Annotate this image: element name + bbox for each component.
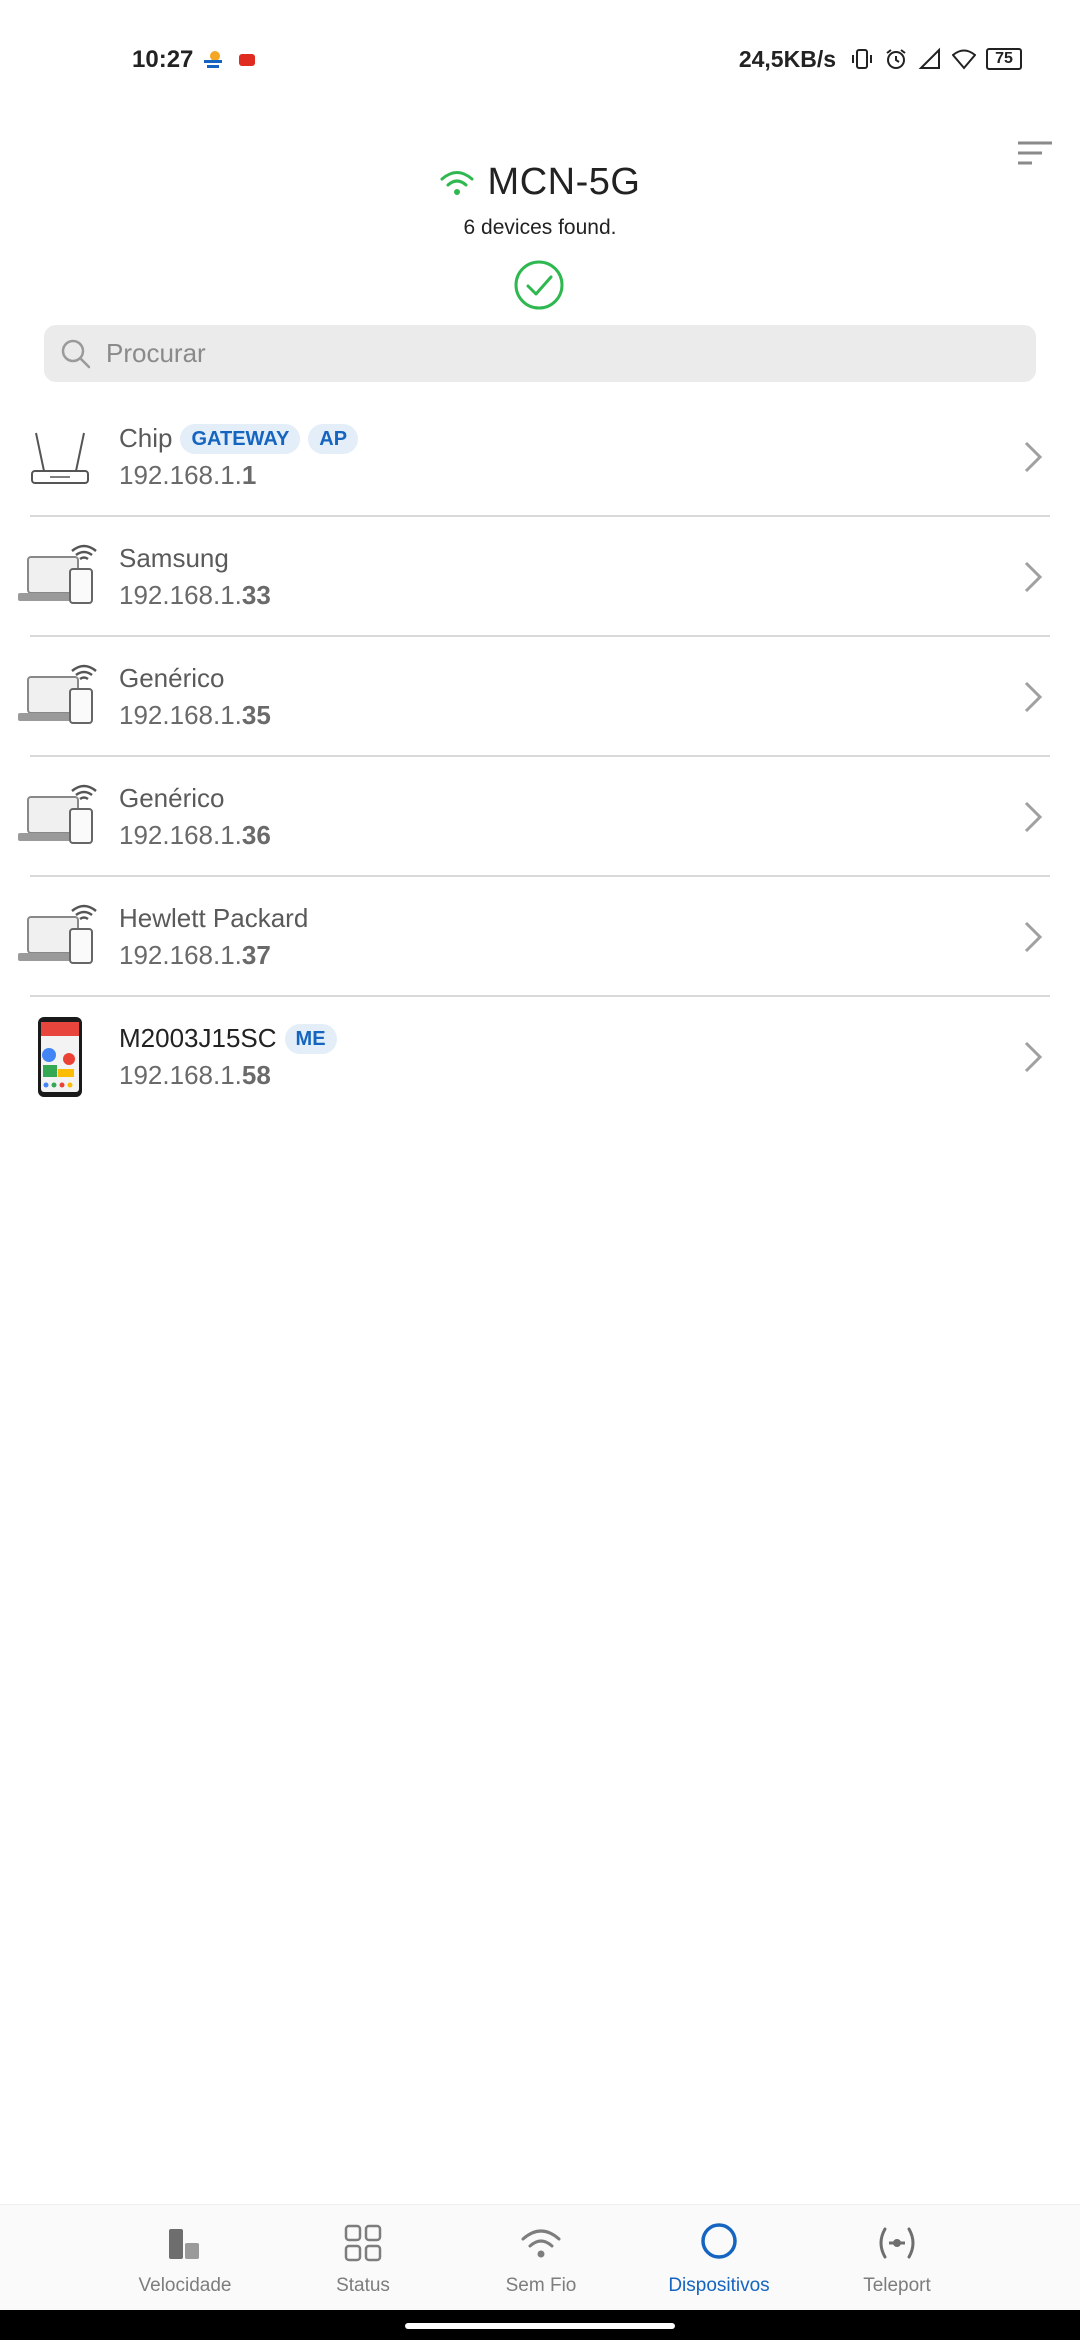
device-name-row: Hewlett Packard — [119, 903, 308, 934]
device-name-row: Genérico — [119, 663, 225, 694]
alarm-icon — [886, 49, 906, 69]
device-name: Hewlett Packard — [119, 903, 309, 933]
search-input[interactable] — [106, 338, 1006, 369]
device-name-row: Samsung — [119, 543, 229, 574]
bottom-nav: Velocidade Status Sem Fio Dispositivos T… — [0, 2204, 1080, 2310]
net-speed: 24,5KB/s — [738, 45, 836, 72]
check-circle-icon — [514, 260, 564, 310]
device-ip: 192.168.1.33 — [119, 580, 271, 610]
device-name-row: Genérico — [119, 783, 225, 814]
nav-dispositivos[interactable]: Dispositivos — [630, 2205, 808, 2311]
device-row[interactable]: Hewlett Packard 192.168.1.37 — [0, 877, 1080, 997]
weather-icon — [204, 51, 222, 68]
device-name-row: M2003J15SC ME — [119, 1023, 337, 1054]
nav-label: Dispositivos — [668, 2275, 770, 2296]
device-name: Samsung — [119, 543, 229, 573]
wifi-icon — [521, 2229, 561, 2258]
phone-icon — [38, 1017, 82, 1097]
nav-label: Teleport — [863, 2275, 931, 2296]
device-name: Chip — [119, 423, 173, 453]
search-icon — [61, 339, 91, 368]
devices-circle-icon — [701, 2223, 737, 2259]
status-time: 10:27 — [132, 46, 194, 73]
gateway-badge: GATEWAY — [180, 423, 301, 454]
device-row[interactable]: Genérico 192.168.1.36 — [0, 757, 1080, 877]
battery-icon: 75 — [986, 48, 1022, 70]
laptop-wifi-icon — [18, 904, 97, 964]
chevron-right-icon — [1024, 561, 1043, 593]
youtube-icon — [239, 54, 255, 66]
device-ip: 192.168.1.36 — [119, 820, 271, 850]
gesture-bar — [0, 2310, 1080, 2340]
nav-teleport[interactable]: Teleport — [808, 2205, 986, 2311]
device-name: M2003J15SC — [119, 1023, 277, 1053]
device-row[interactable]: Chip GATEWAY AP 192.168.1.1 — [0, 397, 1080, 517]
teleport-icon — [879, 2227, 915, 2259]
wifi-connected-icon — [440, 170, 474, 195]
chevron-right-icon — [1024, 681, 1043, 713]
nav-sem-fio[interactable]: Sem Fio — [452, 2205, 630, 2311]
network-header: MCN-5G — [0, 155, 1080, 210]
network-name: MCN-5G — [487, 161, 641, 203]
nav-label: Sem Fio — [505, 2275, 577, 2296]
device-name: Genérico — [119, 663, 225, 693]
grid-icon — [344, 2224, 382, 2262]
device-ip: 192.168.1.35 — [119, 700, 271, 730]
laptop-wifi-icon — [18, 664, 97, 724]
device-row[interactable]: M2003J15SC ME 192.168.1.58 — [0, 997, 1080, 1117]
device-name: Genérico — [119, 783, 225, 813]
device-ip: 192.168.1.58 — [119, 1060, 271, 1090]
ap-badge: AP — [308, 423, 359, 454]
chevron-right-icon — [1024, 801, 1043, 833]
nav-label: Status — [336, 2275, 390, 2296]
status-right: 24,5KB/s 75 — [739, 44, 1022, 74]
vibrate-icon — [852, 49, 872, 69]
status-bar: 10:27 24,5KB/s 75 — [0, 0, 1080, 125]
speed-bars-icon — [169, 2229, 199, 2259]
nav-status[interactable]: Status — [274, 2205, 452, 2311]
me-badge: ME — [284, 1023, 337, 1054]
nav-label: Velocidade — [138, 2275, 232, 2296]
signal-icon — [918, 47, 940, 69]
device-row[interactable]: Genérico 192.168.1.35 — [0, 637, 1080, 757]
device-list: Chip GATEWAY AP 192.168.1.1 Samsung 192.… — [0, 397, 1080, 1117]
device-ip: 192.168.1.1 — [119, 460, 257, 490]
devices-found-text: 6 devices found. — [463, 216, 617, 239]
router-icon — [31, 432, 89, 484]
chevron-right-icon — [1024, 921, 1043, 953]
laptop-wifi-icon — [18, 784, 97, 844]
chevron-right-icon — [1024, 1041, 1043, 1073]
device-row[interactable]: Samsung 192.168.1.33 — [0, 517, 1080, 637]
device-ip: 192.168.1.37 — [119, 940, 271, 970]
home-gesture-handle[interactable] — [405, 2323, 675, 2329]
search-bar[interactable] — [44, 325, 1036, 382]
device-name-row: Chip GATEWAY AP — [119, 423, 359, 454]
chevron-right-icon — [1024, 441, 1043, 473]
nav-velocidade[interactable]: Velocidade — [96, 2205, 274, 2311]
laptop-wifi-icon — [18, 544, 97, 604]
wifi-icon — [952, 49, 976, 70]
